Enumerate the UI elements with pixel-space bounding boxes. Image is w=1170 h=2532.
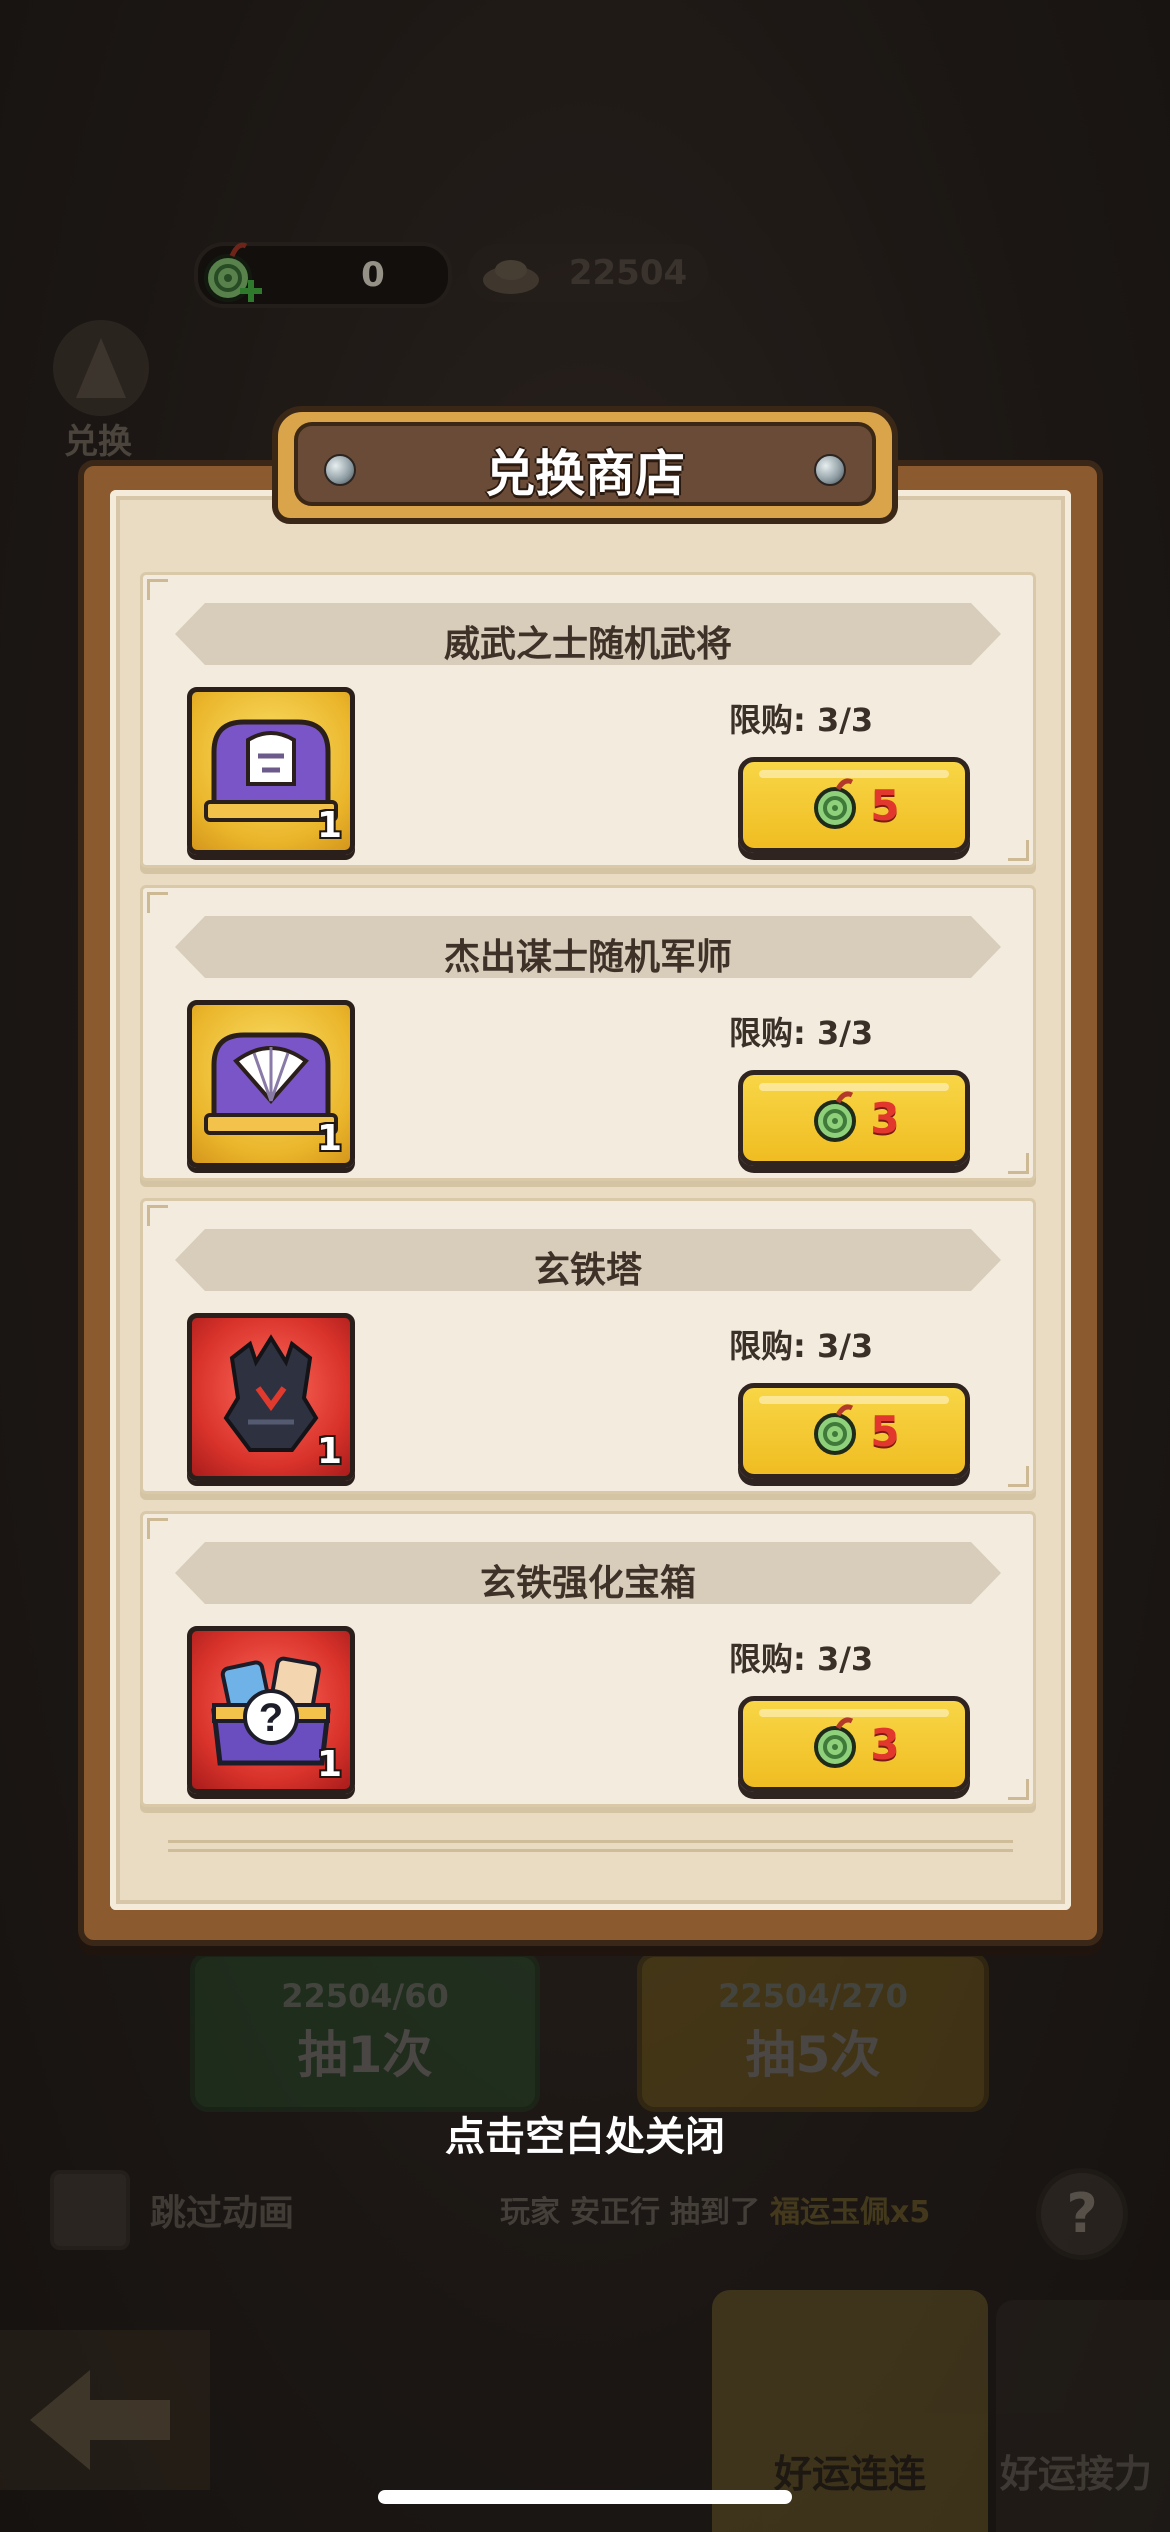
shop-item-card: 威武之士随机武将 1 限购: 3/3 5 — [140, 572, 1036, 868]
item-name: 玄铁塔 — [533, 1250, 642, 1291]
buy-button[interactable]: 5 — [738, 757, 970, 853]
buy-button[interactable]: 5 — [738, 1383, 970, 1479]
tap-to-close-hint: 点击空白处关闭 — [445, 2114, 725, 2160]
item-purchase-limit: 限购: 3/3 — [729, 1327, 874, 1365]
item-quantity: 1 — [316, 1431, 342, 1472]
item-name: 杰出谋士随机军师 — [443, 937, 732, 978]
home-indicator[interactable] — [378, 2490, 792, 2504]
item-purchase-limit: 限购: 3/3 — [729, 1640, 874, 1678]
shop-item-card: 玄铁塔 1 限购: 3/3 5 — [140, 1198, 1036, 1494]
jade-token-icon — [814, 1717, 857, 1768]
button-shine — [759, 1709, 949, 1717]
jade-token-icon — [814, 1404, 857, 1455]
buy-button[interactable]: 3 — [738, 1696, 970, 1792]
item-purchase-limit: 限购: 3/3 — [729, 1014, 874, 1052]
dark-iron-tower-icon[interactable]: 1 — [187, 1313, 355, 1481]
jade-token-icon — [814, 1091, 857, 1142]
button-shine — [759, 1083, 949, 1091]
item-name: 威武之士随机武将 — [443, 624, 732, 665]
buy-price: 3 — [870, 1719, 900, 1769]
item-quantity: 1 — [316, 805, 342, 846]
button-shine — [759, 770, 949, 778]
buy-price: 5 — [870, 1406, 900, 1456]
shop-title: 兑换商店 — [485, 445, 685, 503]
shop-item-card: 杰出谋士随机军师 1 限购: 3/3 3 — [140, 885, 1036, 1181]
item-quantity: 1 — [316, 1118, 342, 1159]
jade-token-icon — [814, 778, 857, 829]
svg-text:?: ? — [259, 1696, 283, 1740]
panel-bottom-divider — [168, 1840, 1013, 1852]
buy-button[interactable]: 3 — [738, 1070, 970, 1166]
buy-price: 5 — [870, 780, 900, 830]
shop-item-card: 玄铁强化宝箱 ? 1 限购: 3/3 3 — [140, 1511, 1036, 1807]
mystery-chest-icon[interactable]: ? 1 — [187, 1626, 355, 1794]
item-name: 玄铁强化宝箱 — [479, 1563, 696, 1604]
item-quantity: 1 — [316, 1744, 342, 1785]
item-purchase-limit: 限购: 3/3 — [729, 701, 874, 739]
buy-price: 3 — [870, 1093, 900, 1143]
shop-title-plaque: 兑换商店 — [272, 406, 898, 524]
button-shine — [759, 1396, 949, 1404]
purple-chest-helmet-icon[interactable]: 1 — [187, 687, 355, 855]
purple-chest-fan-icon[interactable]: 1 — [187, 1000, 355, 1168]
